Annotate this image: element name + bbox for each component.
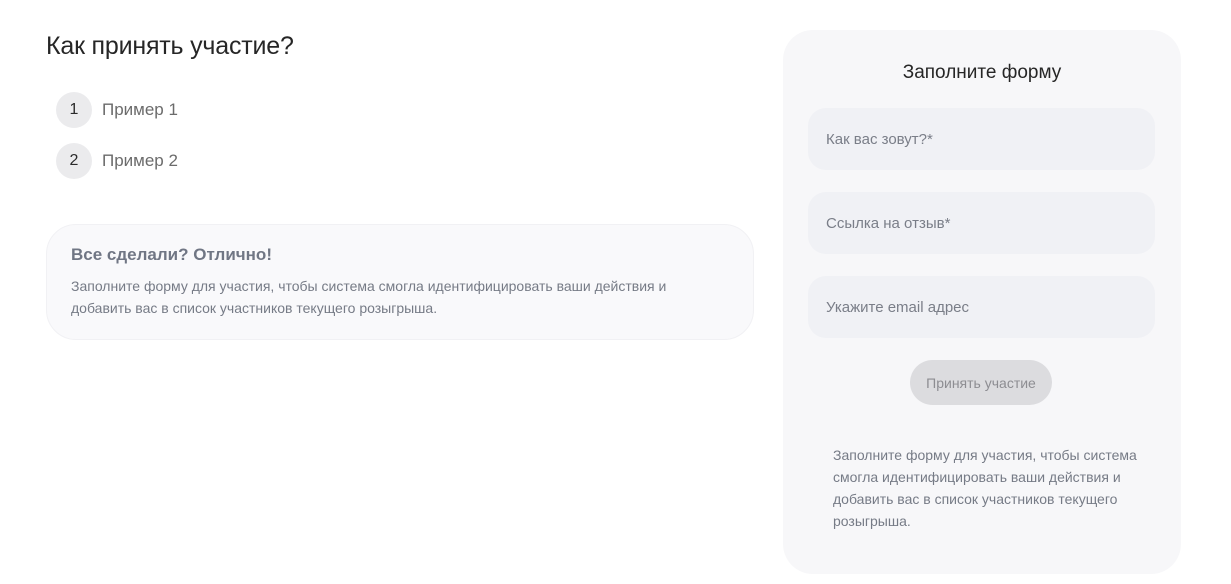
email-input[interactable] xyxy=(808,276,1155,338)
page: Как принять участие? 1 Пример 1 2 Пример… xyxy=(0,0,1231,584)
done-card-text: Заполните форму для участия, чтобы систе… xyxy=(71,278,667,316)
step-label: Пример 2 xyxy=(102,151,178,170)
step-item: 2 Пример 2 xyxy=(56,143,754,179)
done-card-title: Все сделали? Отлично! xyxy=(71,245,272,264)
instructions-section: Как принять участие? 1 Пример 1 2 Пример… xyxy=(46,30,754,340)
participation-form: Заполните форму Принять участие Заполнит… xyxy=(783,30,1181,574)
step-number-badge: 2 xyxy=(56,143,92,179)
name-input[interactable] xyxy=(808,108,1155,170)
step-number-badge: 1 xyxy=(56,92,92,128)
form-note: Заполните форму для участия, чтобы систе… xyxy=(833,447,1137,529)
page-title: Как принять участие? xyxy=(46,32,294,60)
submit-participation-button[interactable]: Принять участие xyxy=(910,360,1052,405)
steps-list: 1 Пример 1 2 Пример 2 xyxy=(56,92,754,179)
done-info-card: Все сделали? Отлично! Заполните форму дл… xyxy=(46,224,754,340)
step-item: 1 Пример 1 xyxy=(56,92,754,128)
form-title: Заполните форму xyxy=(902,62,1062,83)
review-link-input[interactable] xyxy=(808,192,1155,254)
step-label: Пример 1 xyxy=(102,100,178,119)
